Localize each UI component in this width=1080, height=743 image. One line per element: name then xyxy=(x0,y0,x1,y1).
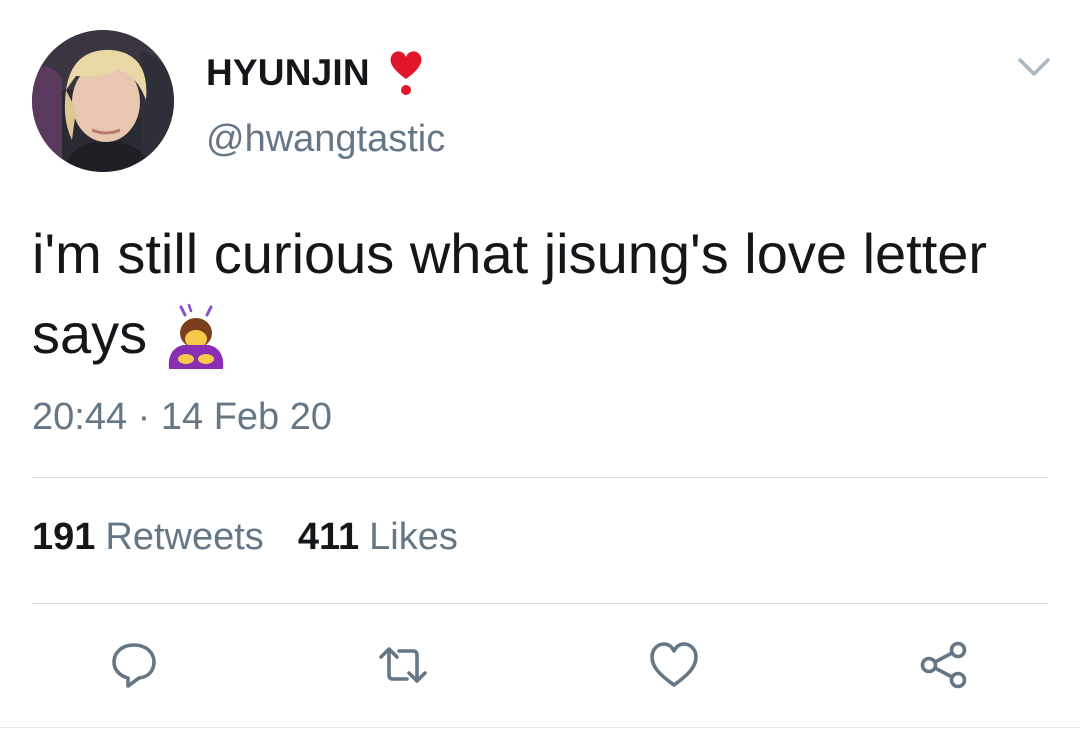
share-button[interactable] xyxy=(916,637,972,693)
bottom-border xyxy=(0,727,1080,728)
heavy-heart-exclamation-icon xyxy=(388,49,424,97)
likes-stat[interactable]: 411 Likes xyxy=(298,516,458,559)
retweets-stat[interactable]: 191 Retweets xyxy=(32,516,264,559)
timestamp-separator: · xyxy=(137,396,151,438)
tweet-text: i'm still curious what jisung's love let… xyxy=(32,214,1042,374)
divider xyxy=(32,477,1048,478)
chevron-down-icon[interactable] xyxy=(1016,54,1052,80)
reply-button[interactable] xyxy=(106,637,162,693)
tweet-stats: 191 Retweets 411 Likes xyxy=(32,516,458,559)
person-bowing-icon xyxy=(159,299,231,371)
tweet-date: 14 Feb 20 xyxy=(160,396,333,438)
retweet-button[interactable] xyxy=(375,637,431,693)
share-nodes-icon xyxy=(920,641,967,689)
divider xyxy=(32,603,1048,604)
heart-outline-icon xyxy=(650,642,698,687)
retweets-label: Retweets xyxy=(105,516,264,558)
reply-bubble-icon xyxy=(112,643,156,688)
avatar[interactable] xyxy=(32,30,174,172)
retweets-count: 191 xyxy=(32,516,96,558)
likes-count: 411 xyxy=(297,516,360,558)
tweet-time: 20:44 xyxy=(32,396,128,438)
author-handle[interactable]: @hwangtastic xyxy=(206,118,445,161)
likes-label: Likes xyxy=(369,516,458,558)
like-button[interactable] xyxy=(646,637,702,693)
tweet-timestamp[interactable]: 20:44 · 14 Feb 20 xyxy=(32,396,332,439)
author-name-row: HYUNJIN xyxy=(206,50,424,96)
retweet-arrows-icon xyxy=(379,647,427,683)
avatar-photo xyxy=(32,30,174,172)
display-name[interactable]: HYUNJIN xyxy=(206,52,370,94)
